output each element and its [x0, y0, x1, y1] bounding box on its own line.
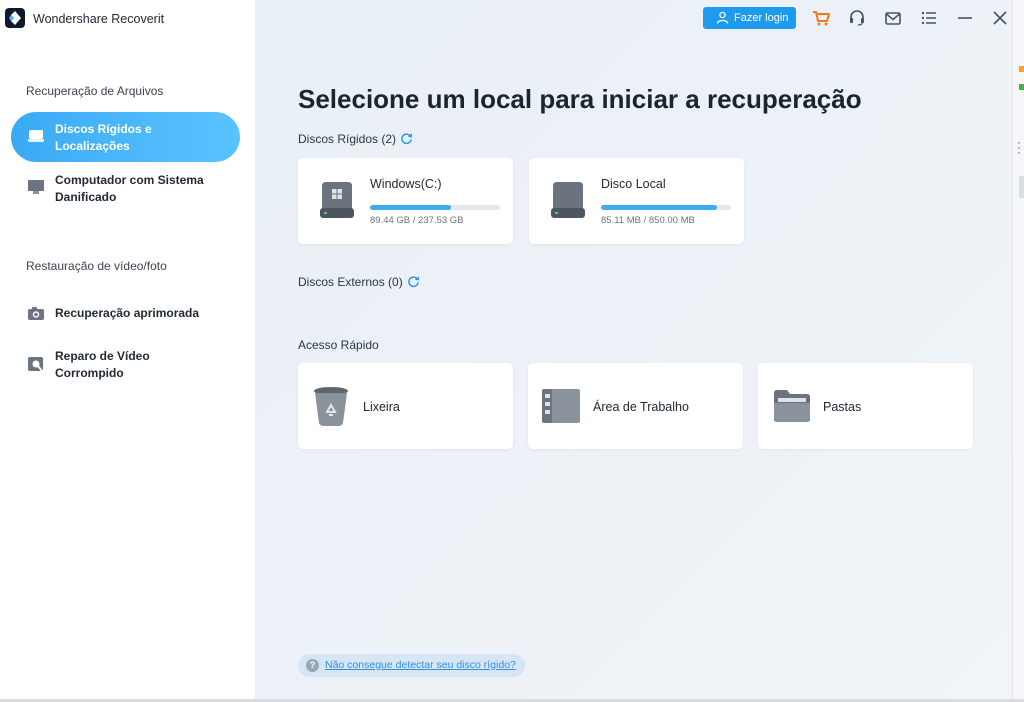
sidebar-item-label: Discos Rígidos e Localizações	[55, 122, 152, 153]
hard-disks-label: Discos Rígidos (2)	[298, 132, 397, 146]
disk-usage-bar	[370, 205, 500, 210]
quick-card-folders[interactable]: Pastas	[758, 363, 973, 449]
app-logo-icon	[5, 8, 25, 28]
help-link[interactable]: ? Não consegue detectar seu disco rígido…	[298, 654, 525, 677]
mail-icon[interactable]	[884, 9, 902, 27]
sidebar-item-label: Recuperação aprimorada	[55, 306, 200, 320]
minimize-icon[interactable]	[956, 9, 974, 27]
quick-label: Área de Trabalho	[593, 400, 689, 414]
quick-card-recycle-bin[interactable]: Lixeira	[298, 363, 513, 449]
desktop-icon	[542, 389, 580, 423]
menu-icon[interactable]	[920, 9, 938, 27]
quick-label: Lixeira	[363, 400, 400, 414]
disk-usage-bar	[601, 205, 731, 210]
app-title: Wondershare Recoverit	[33, 12, 165, 26]
quick-access-label: Acesso Rápido	[298, 338, 379, 352]
user-icon	[716, 11, 729, 24]
disk-name: Disco Local	[601, 177, 666, 191]
help-text: Não consegue detectar seu disco rígido?	[325, 659, 516, 671]
sidebar-item-video-repair[interactable]: Reparo de Vídeo Corrompido	[11, 339, 240, 389]
disk-card-windows[interactable]: Windows(C:) 89.44 GB / 237.53 GB	[298, 158, 513, 244]
quick-card-desktop[interactable]: Área de Trabalho	[528, 363, 743, 449]
window-edge: · · ·	[1012, 0, 1024, 702]
hard-disk-icon	[28, 130, 44, 142]
cart-icon[interactable]	[812, 9, 830, 27]
camera-icon	[28, 307, 44, 320]
sidebar-item-label: Reparo de Vídeo Corrompido	[55, 349, 150, 380]
question-icon: ?	[306, 659, 319, 672]
refresh-icon[interactable]	[400, 132, 413, 145]
sidebar-item-label: Computador com Sistema Danificado	[55, 173, 204, 204]
page-title: Selecione um local para iniciar a recupe…	[298, 84, 862, 114]
refresh-icon[interactable]	[407, 275, 420, 288]
disk-size: 89.44 GB / 237.53 GB	[370, 215, 464, 226]
edge-mark-orange	[1019, 66, 1024, 72]
disk-size: 85.11 MB / 850.00 MB	[601, 215, 695, 226]
login-button[interactable]: Fazer login	[703, 7, 796, 29]
sidebar-item-hard-disks[interactable]: Discos Rígidos e Localizações	[11, 112, 240, 162]
video-repair-icon	[28, 357, 43, 372]
headset-support-icon[interactable]	[848, 9, 866, 27]
quick-label: Pastas	[823, 400, 862, 414]
hard-drive-icon	[551, 182, 585, 218]
hard-drive-icon	[320, 182, 354, 218]
section-label-file-recovery: Recuperação de Arquivos	[26, 84, 164, 98]
disk-card-local[interactable]: Disco Local 85.11 MB / 850.00 MB	[529, 158, 744, 244]
login-label: Fazer login	[734, 12, 789, 24]
disk-usage-fill	[370, 205, 451, 210]
external-disks-label: Discos Externos (0)	[298, 275, 403, 289]
disk-name: Windows(C:)	[370, 177, 442, 191]
close-icon[interactable]	[991, 9, 1009, 27]
edge-mark-green	[1019, 84, 1024, 90]
edge-scrollbar[interactable]	[1019, 176, 1024, 198]
monitor-icon	[28, 180, 44, 194]
section-label-video-photo: Restauração de vídeo/foto	[26, 259, 167, 273]
sidebar-item-crashed-computer[interactable]: Computador com Sistema Danificado	[11, 163, 240, 213]
disk-usage-fill	[601, 205, 717, 210]
folder-icon	[774, 390, 810, 422]
sidebar-item-advanced-recovery[interactable]: Recuperação aprimorada	[11, 289, 240, 339]
recycle-bin-icon	[314, 387, 348, 426]
edge-dots-icon: · · ·	[1017, 135, 1021, 159]
